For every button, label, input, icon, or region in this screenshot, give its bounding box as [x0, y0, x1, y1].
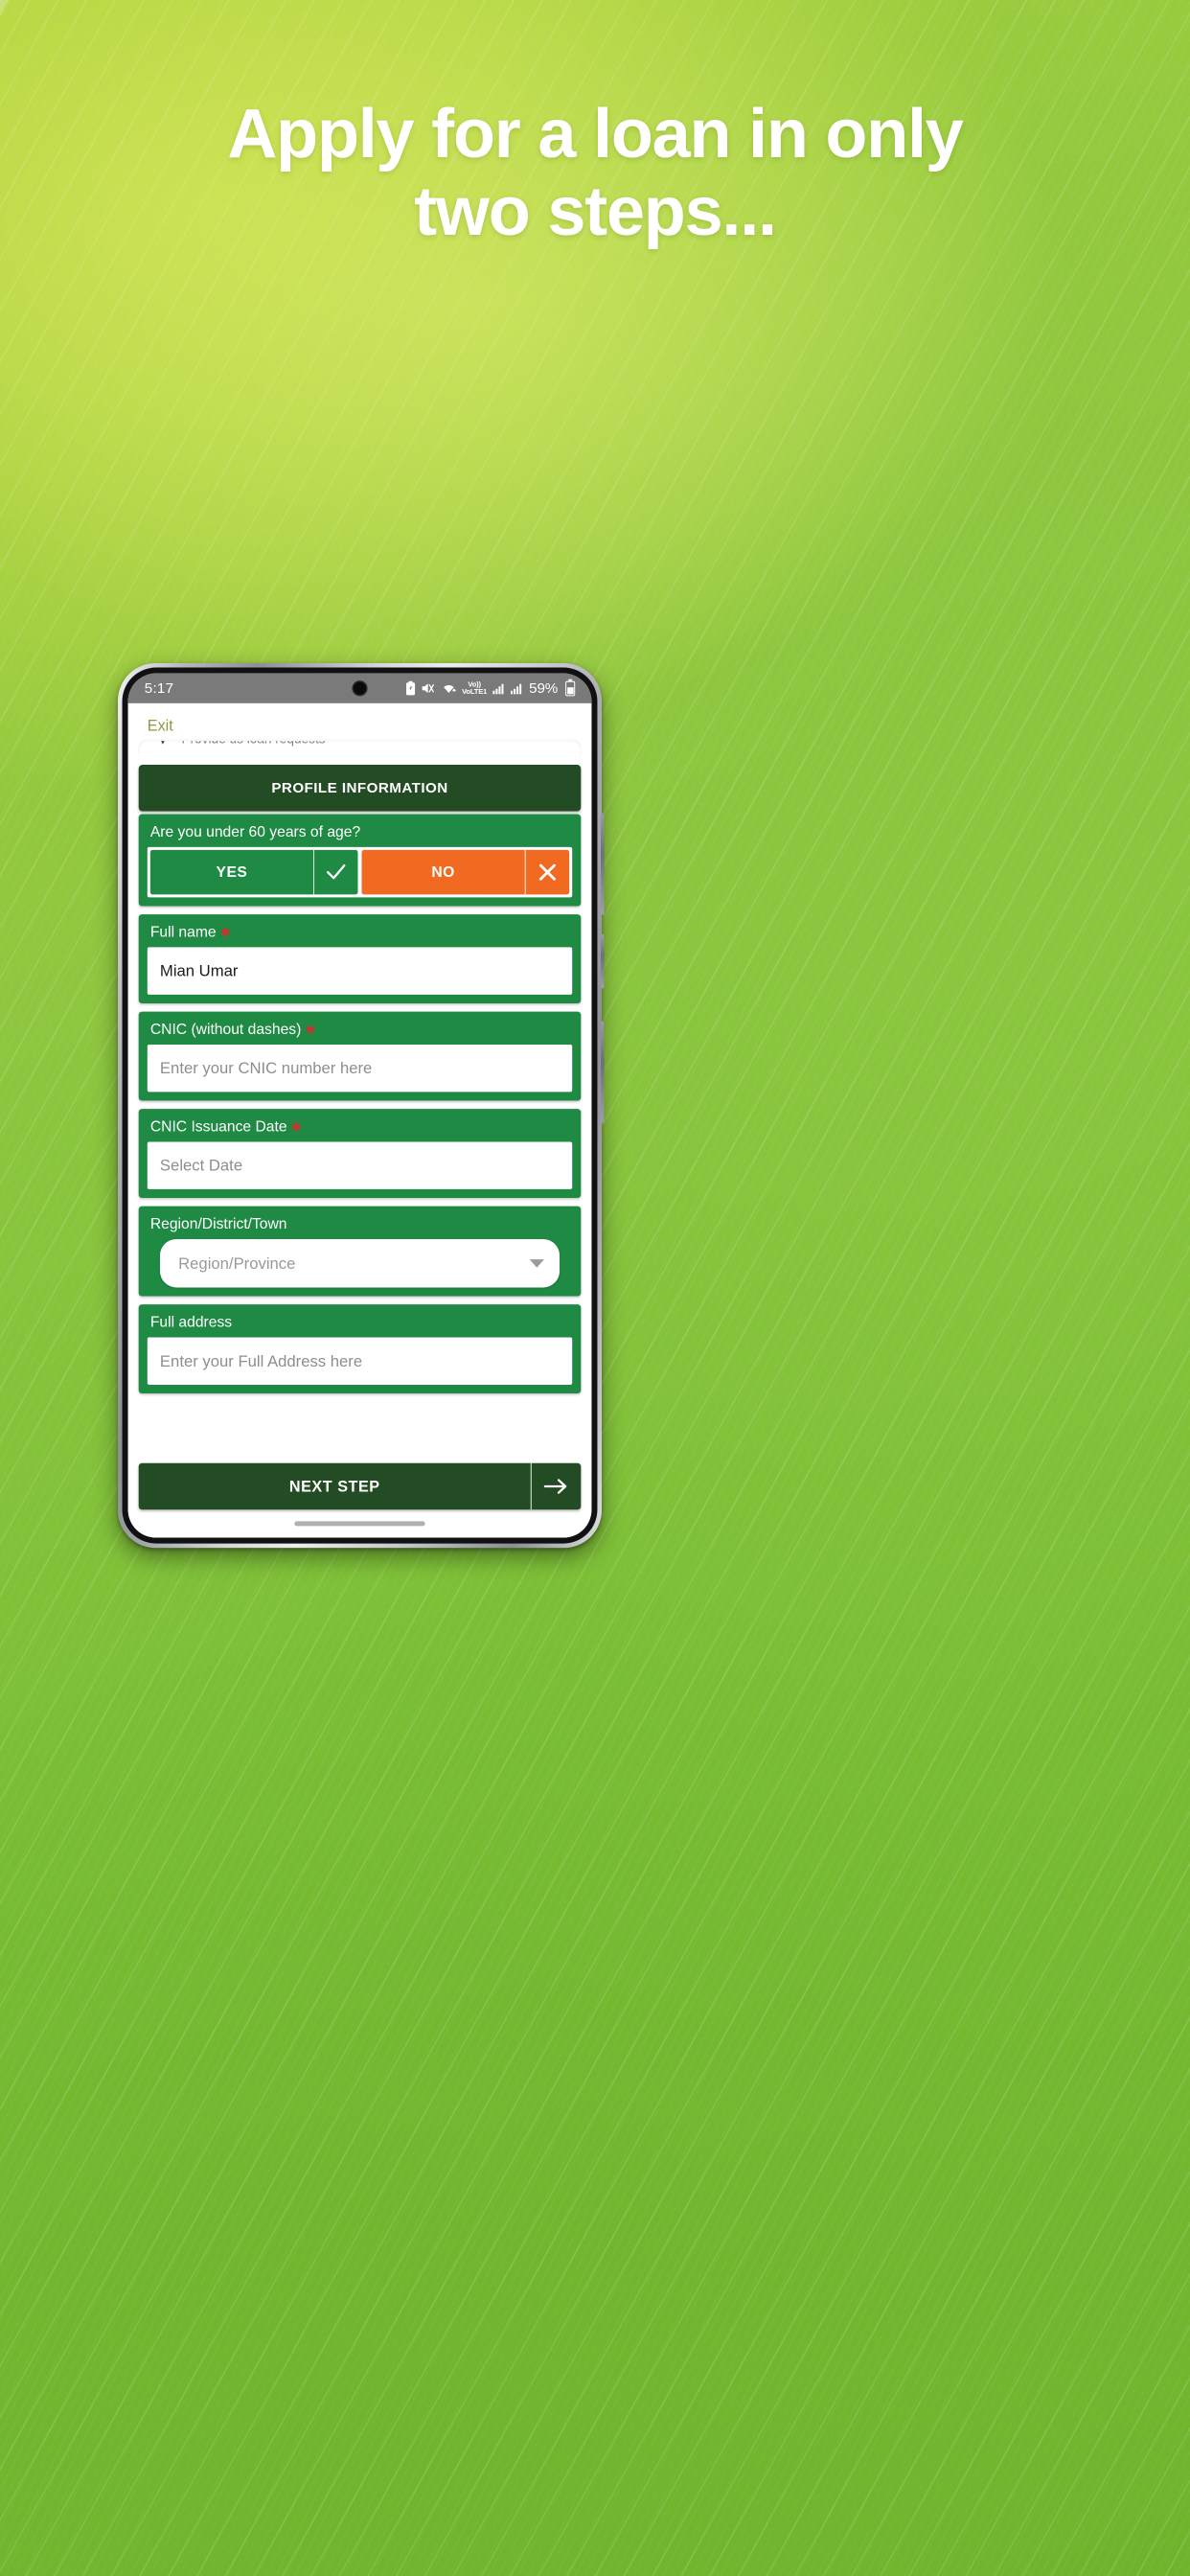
exit-link[interactable]: Exit	[148, 717, 173, 734]
volume-up-button[interactable]	[600, 813, 605, 915]
status-bar: 5:17 Vo)) VoLTE1 59%	[127, 673, 592, 703]
profile-information-button[interactable]: PROFILE INFORMATION	[138, 765, 582, 812]
next-step-row: NEXT STEP	[128, 1460, 592, 1510]
full-address-input[interactable]: Enter your Full Address here	[147, 1337, 573, 1385]
cnic-issuance-date-card: CNIC Issuance Date ✱ Select Date	[138, 1109, 582, 1199]
no-label: NO	[431, 863, 455, 881]
cnic-label: CNIC (without dashes) ✱	[149, 1020, 316, 1038]
battery-saver-icon	[405, 680, 416, 696]
battery-percentage: 59%	[529, 679, 559, 697]
yes-no-toggle-group: YES NO	[147, 846, 573, 898]
signal-bars-icon	[492, 682, 505, 695]
no-button[interactable]: NO	[361, 849, 570, 895]
android-gesture-bar[interactable]	[294, 1521, 425, 1527]
full-name-label: Full name ✱	[149, 923, 231, 940]
phone-mockup: 5:17 Vo)) VoLTE1 59% Exit PROFILE INFORM…	[118, 663, 605, 1549]
yes-label: YES	[216, 863, 248, 881]
power-button[interactable]	[600, 933, 605, 989]
status-bar-clock: 5:17	[144, 679, 174, 697]
scrolled-loan-request-card[interactable]: ▼ Provide us loan requests	[138, 740, 582, 757]
required-asterisk: ✱	[219, 925, 231, 940]
cnic-card: CNIC (without dashes) ✱ Enter your CNIC …	[138, 1011, 582, 1101]
age-question-label: Are you under 60 years of age?	[149, 822, 361, 840]
cnic-issuance-date-input[interactable]: Select Date	[147, 1141, 573, 1189]
cnic-issuance-date-placeholder: Select Date	[159, 1156, 243, 1175]
region-district-town-card: Region/District/Town Region/Province	[138, 1206, 582, 1297]
phone-screen: 5:17 Vo)) VoLTE1 59% Exit PROFILE INFORM…	[127, 673, 592, 1538]
mute-vibrate-icon	[422, 681, 436, 695]
volte-icon: Vo)) VoLTE1	[462, 680, 488, 696]
status-bar-icons: Vo)) VoLTE1 59%	[405, 678, 576, 697]
loan-application-screen: Exit ▼ Provide us loan requests PROFILE …	[127, 702, 592, 1538]
full-name-card: Full name ✱ Mian Umar	[138, 914, 582, 1004]
android-gesture-bar-area	[128, 1509, 592, 1537]
full-name-value: Mian Umar	[159, 961, 239, 980]
profile-information-label: PROFILE INFORMATION	[271, 779, 448, 796]
region-district-town-label: Region/District/Town	[149, 1214, 287, 1232]
signal-bars-2-icon	[510, 682, 522, 695]
exit-row: Exit	[128, 703, 592, 738]
loan-request-icon: ▼	[154, 741, 171, 747]
full-name-input[interactable]: Mian Umar	[147, 947, 573, 995]
next-step-label: NEXT STEP	[288, 1477, 380, 1495]
headline-line-2: two steps...	[414, 172, 777, 250]
region-province-select[interactable]: Region/Province	[159, 1238, 561, 1288]
arrow-right-icon	[530, 1462, 582, 1510]
front-camera-punch-hole	[353, 681, 367, 695]
chevron-down-icon	[529, 1258, 544, 1268]
full-address-card: Full address Enter your Full Address her…	[138, 1304, 582, 1394]
wifi-icon	[441, 682, 456, 695]
cnic-input[interactable]: Enter your CNIC number here	[147, 1044, 573, 1092]
yes-button[interactable]: YES	[149, 849, 358, 895]
headline-line-1: Apply for a loan in only	[227, 96, 963, 172]
form-scroll-area[interactable]: Are you under 60 years of age? YES NO Fu…	[128, 814, 592, 1460]
cnic-placeholder: Enter your CNIC number here	[159, 1059, 373, 1077]
battery-icon	[565, 678, 576, 697]
full-address-placeholder: Enter your Full Address here	[159, 1351, 363, 1370]
required-asterisk: ✱	[305, 1022, 316, 1037]
volume-down-button[interactable]	[600, 1021, 605, 1123]
close-icon	[524, 849, 569, 895]
cnic-issuance-date-label: CNIC Issuance Date ✱	[149, 1117, 302, 1135]
region-province-placeholder: Region/Province	[178, 1254, 296, 1273]
promo-headline: Apply for a loan in only two steps...	[0, 96, 1190, 250]
required-asterisk: ✱	[290, 1119, 302, 1135]
check-icon	[313, 849, 357, 895]
scrolled-card-label: Provide us loan requests	[181, 741, 325, 746]
age-question-card: Are you under 60 years of age? YES NO	[138, 814, 582, 907]
full-address-label: Full address	[149, 1313, 233, 1330]
next-step-button[interactable]: NEXT STEP	[138, 1462, 582, 1510]
